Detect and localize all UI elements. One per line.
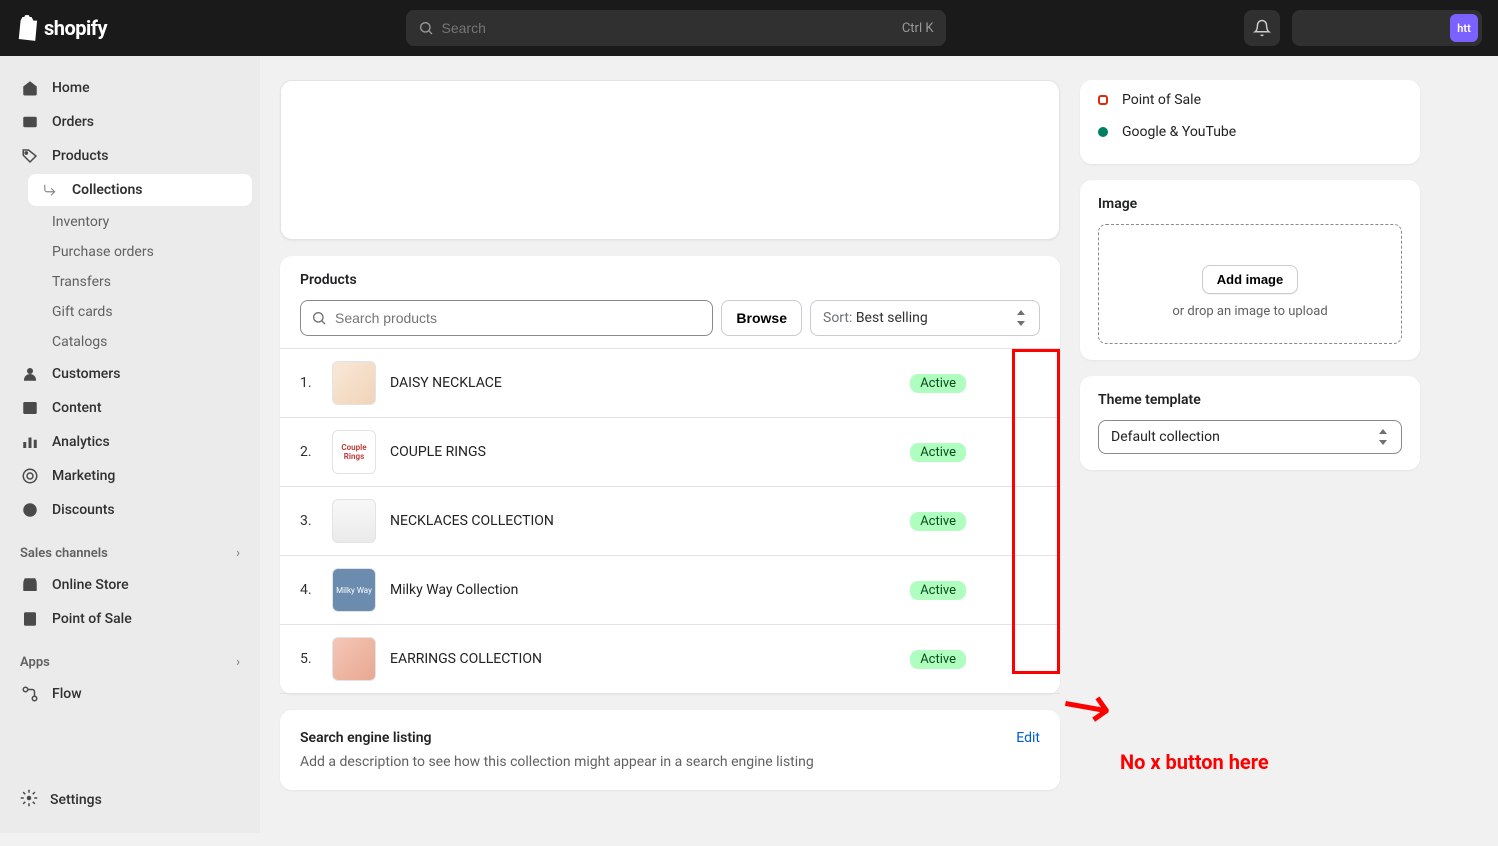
analytics-icon (21, 433, 39, 451)
products-title: Products (280, 272, 1060, 300)
discount-icon (21, 501, 39, 519)
status-badge: Active (910, 512, 966, 531)
status-badge: Active (910, 581, 966, 600)
status-badge: Active (910, 443, 966, 462)
product-thumbnail (332, 637, 376, 681)
person-icon (21, 365, 39, 383)
sidebar: Home Orders Products Collections Invento… (0, 56, 260, 833)
bell-icon (1253, 19, 1271, 37)
global-search-input[interactable] (442, 20, 902, 36)
search-products-input[interactable] (335, 310, 702, 326)
shopify-bag-icon (16, 15, 38, 41)
shopify-logo[interactable]: shopify (16, 15, 107, 41)
nav-discounts[interactable]: Discounts (8, 494, 252, 526)
product-thumbnail: Couple Rings (332, 430, 376, 474)
nav-settings[interactable]: Settings (8, 783, 252, 817)
home-icon (21, 79, 39, 97)
channel-pos[interactable]: Point of Sale (1098, 84, 1402, 116)
nav-content[interactable]: Content (8, 392, 252, 424)
product-thumbnail: Milky Way (332, 568, 376, 612)
nav-point-of-sale[interactable]: Point of Sale (8, 603, 252, 635)
product-row[interactable]: 1. DAISY NECKLACE Active (280, 349, 1060, 418)
seo-title: Search engine listing (300, 730, 431, 746)
flow-icon (21, 685, 39, 703)
search-shortcut: Ctrl K (902, 21, 934, 36)
nav-collections[interactable]: Collections (28, 174, 252, 206)
nav-flow[interactable]: Flow (8, 678, 252, 710)
chevron-right-icon: › (236, 655, 240, 670)
search-icon (418, 20, 434, 36)
seo-card: Search engine listing Edit Add a descrip… (280, 710, 1060, 790)
product-thumbnail (332, 499, 376, 543)
status-badge: Active (910, 374, 966, 393)
theme-card: Theme template Default collection (1080, 376, 1420, 470)
image-title: Image (1098, 196, 1402, 212)
sort-select[interactable]: Sort: Best selling (810, 300, 1040, 336)
nav-orders[interactable]: Orders (8, 106, 252, 138)
sub-arrow-icon (43, 183, 57, 197)
gear-icon (20, 789, 38, 807)
nav-purchase-orders[interactable]: Purchase orders (40, 238, 252, 266)
seo-description: Add a description to see how this collec… (300, 754, 1040, 770)
nav-analytics[interactable]: Analytics (8, 426, 252, 458)
description-card[interactable] (280, 80, 1060, 240)
orders-icon (21, 113, 39, 131)
nav-transfers[interactable]: Transfers (40, 268, 252, 296)
topbar: shopify Ctrl K htt (0, 0, 1498, 56)
chevron-right-icon: › (236, 546, 240, 561)
sort-chevron-icon (1015, 310, 1027, 326)
sales-channels-header[interactable]: Sales channels› (8, 538, 252, 569)
nav-products[interactable]: Products (8, 140, 252, 172)
pos-icon (21, 610, 39, 628)
product-row[interactable]: 2. Couple Rings COUPLE RINGS Active (280, 418, 1060, 487)
channel-google[interactable]: Google & YouTube (1098, 116, 1402, 148)
image-card: Image Add image or drop an image to uplo… (1080, 180, 1420, 360)
select-chevron-icon (1377, 429, 1389, 445)
nav-inventory[interactable]: Inventory (40, 208, 252, 236)
products-card: Products Browse Sort: Best selling 1. (280, 256, 1060, 694)
account-menu[interactable]: htt (1292, 10, 1482, 46)
annotation-text: No x button here (1120, 750, 1269, 774)
target-icon (21, 467, 39, 485)
nav-marketing[interactable]: Marketing (8, 460, 252, 492)
image-dropzone[interactable]: Add image or drop an image to upload (1098, 224, 1402, 344)
avatar: htt (1450, 14, 1478, 42)
search-icon (311, 310, 327, 326)
brand-name: shopify (44, 16, 107, 40)
nav-customers[interactable]: Customers (8, 358, 252, 390)
nav-home[interactable]: Home (8, 72, 252, 104)
global-search[interactable]: Ctrl K (406, 10, 946, 46)
theme-title: Theme template (1098, 392, 1402, 408)
apps-header[interactable]: Apps› (8, 647, 252, 678)
products-list: 1. DAISY NECKLACE Active 2. Couple Rings… (280, 348, 1060, 694)
store-icon (21, 576, 39, 594)
notifications-button[interactable] (1244, 10, 1280, 46)
product-thumbnail (332, 361, 376, 405)
product-row[interactable]: 4. Milky Way Milky Way Collection Active (280, 556, 1060, 625)
seo-edit-link[interactable]: Edit (1016, 730, 1040, 746)
search-products[interactable] (300, 300, 713, 336)
browse-button[interactable]: Browse (721, 300, 802, 336)
status-badge: Active (910, 650, 966, 669)
image-drop-text: or drop an image to upload (1119, 304, 1381, 319)
tag-icon (21, 147, 39, 165)
status-dot-icon (1098, 95, 1108, 105)
content-icon (21, 399, 39, 417)
nav-catalogs[interactable]: Catalogs (40, 328, 252, 356)
status-dot-icon (1098, 127, 1108, 137)
theme-select[interactable]: Default collection (1098, 420, 1402, 454)
nav-online-store[interactable]: Online Store (8, 569, 252, 601)
product-row[interactable]: 5. EARRINGS COLLECTION Active (280, 625, 1060, 694)
main-content: Products Browse Sort: Best selling 1. (260, 0, 1440, 846)
nav-gift-cards[interactable]: Gift cards (40, 298, 252, 326)
product-row[interactable]: 3. NECKLACES COLLECTION Active (280, 487, 1060, 556)
channels-card: Point of Sale Google & YouTube (1080, 80, 1420, 164)
add-image-button[interactable]: Add image (1202, 265, 1298, 294)
